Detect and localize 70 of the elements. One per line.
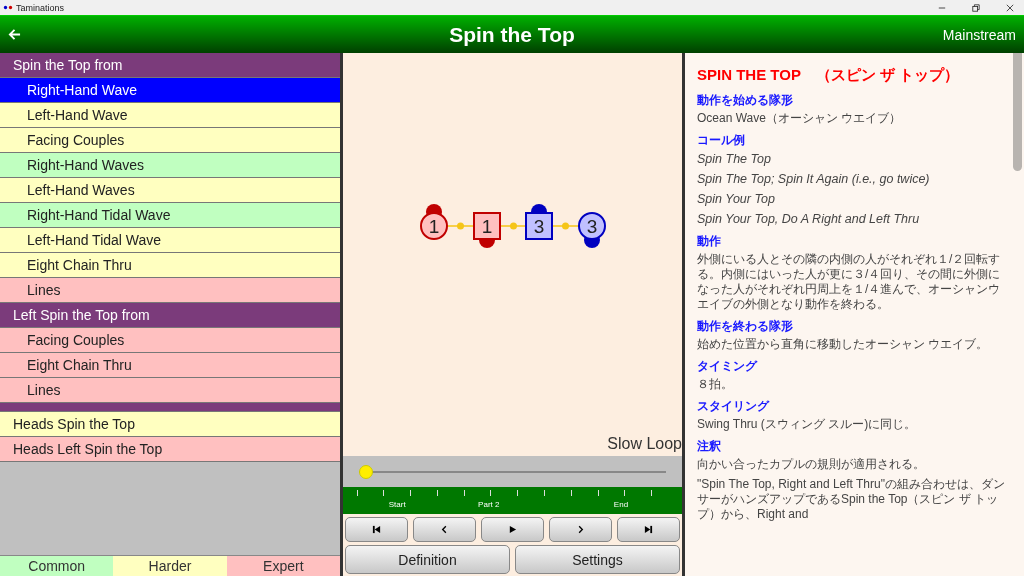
example-call: Spin The Top — [697, 151, 772, 167]
paragraph: 向かい合ったカプルの規則が適用される。 — [697, 457, 926, 472]
group-header: Left Spin the Top from — [0, 303, 340, 328]
section-heading: スタイリング — [697, 399, 771, 414]
skip-back-icon — [372, 525, 381, 534]
restore-icon[interactable] — [972, 3, 980, 12]
settings-button[interactable]: Settings — [515, 545, 680, 574]
dancer-drawing: 3 — [577, 211, 606, 248]
section-heading: タイミング — [697, 359, 759, 374]
formation-item[interactable]: Facing Couples — [0, 128, 340, 153]
formation-item[interactable]: Right-Hand Wave — [0, 78, 340, 103]
formation-item[interactable]: Right-Hand Tidal Wave — [0, 203, 340, 228]
forward-button[interactable] — [549, 517, 612, 542]
last-frame-button[interactable] — [617, 517, 680, 542]
formation-item[interactable]: Eight Chain Thru — [0, 253, 340, 278]
window-title: Taminations — [16, 2, 65, 13]
difficulty-tab[interactable]: Common — [0, 556, 114, 576]
slider-thumb[interactable] — [359, 464, 373, 479]
difficulty-tab[interactable]: Expert — [226, 556, 340, 576]
formation-item[interactable]: Left-Hand Waves — [0, 178, 340, 203]
formation-item[interactable]: Right-Hand Waves — [0, 153, 340, 178]
back-arrow-icon[interactable] — [8, 28, 21, 41]
tick-label: End — [613, 500, 629, 509]
example-call: Spin Your Top, Do A Right and Left Thru — [697, 211, 921, 227]
difficulty-tab[interactable]: Harder — [113, 556, 227, 576]
section-heading: 動作 — [697, 234, 722, 249]
skip-forward-icon — [644, 525, 653, 534]
definition-button[interactable]: Definition — [345, 545, 510, 574]
paragraph: 始めた位置から直角に移動したオーシャン ウエイブ。 — [697, 337, 990, 352]
page-title: Spin the Top — [449, 22, 575, 47]
paragraph: Swing Thru (スウィング スルー)に同じ。 — [697, 417, 918, 432]
dancer-drawing: 1 — [472, 211, 501, 248]
paragraph: "Spin The Top, Right and Left Thru"の組み合わせは、ダンサーがハンズアップであるSpin the Top（スピン ザ トップ）から、Right and — [697, 477, 1006, 522]
formation-item[interactable]: Left-Hand Wave — [0, 103, 340, 128]
paragraph: Ocean Wave（オーシャン ウエイブ） — [697, 111, 903, 126]
formation-item[interactable]: Left-Hand Tidal Wave — [0, 228, 340, 253]
tick-label: Part 2 — [478, 500, 500, 509]
first-frame-button[interactable] — [345, 517, 408, 542]
section-heading: 注釈 — [697, 439, 722, 454]
close-icon[interactable] — [1006, 3, 1014, 12]
chevron-right-icon — [576, 525, 585, 534]
dancer-drawing: 3 — [524, 203, 553, 240]
dancer-drawing: 1 — [419, 203, 448, 240]
paragraph: ８拍。 — [697, 377, 734, 392]
handhold-dot — [509, 222, 517, 229]
chevron-left-icon — [440, 525, 449, 534]
tick-label: Start — [388, 500, 406, 509]
scrollbar[interactable] — [1013, 53, 1022, 171]
formation-item[interactable]: Eight Chain Thru — [0, 353, 340, 378]
example-call: Spin The Top; Spin It Again (i.e., go twice) — [697, 171, 931, 187]
paragraph: 外側にいる人とその隣の内側の人がそれぞれ１/２回転する。内側にはいった人が更に３/４回り、その間に外側になった人がそれぞれ円周上を１/４進んで、オーシャンウエイブの外側となり動作を終わる。 — [697, 252, 1002, 312]
back-button[interactable] — [413, 517, 476, 542]
formation-item[interactable]: Facing Couples — [0, 328, 340, 353]
section-heading: 動作を始める隊形 — [697, 93, 794, 108]
formation-item[interactable]: Heads Left Spin the Top — [0, 437, 340, 462]
group-header: Spin the Top from — [0, 53, 340, 78]
app-icon — [3, 4, 13, 11]
level-label: Mainstream — [942, 26, 1016, 43]
formation-item[interactable]: Heads Spin the Top — [0, 412, 340, 437]
handhold-dot — [561, 222, 569, 229]
loop-label[interactable]: Slow Loop — [607, 435, 682, 453]
play-button[interactable] — [481, 517, 544, 542]
handhold-dot — [456, 222, 464, 229]
example-call: Spin Your Top — [697, 191, 776, 207]
definition-title: SPIN THE TOP （スピン ザ トップ） — [697, 66, 960, 85]
formation-item[interactable]: Lines — [0, 278, 340, 303]
section-heading: 動作を終わる隊形 — [697, 319, 794, 334]
formation-item[interactable]: Lines — [0, 378, 340, 403]
section-heading: コール例 — [697, 133, 746, 148]
play-icon — [508, 525, 517, 534]
